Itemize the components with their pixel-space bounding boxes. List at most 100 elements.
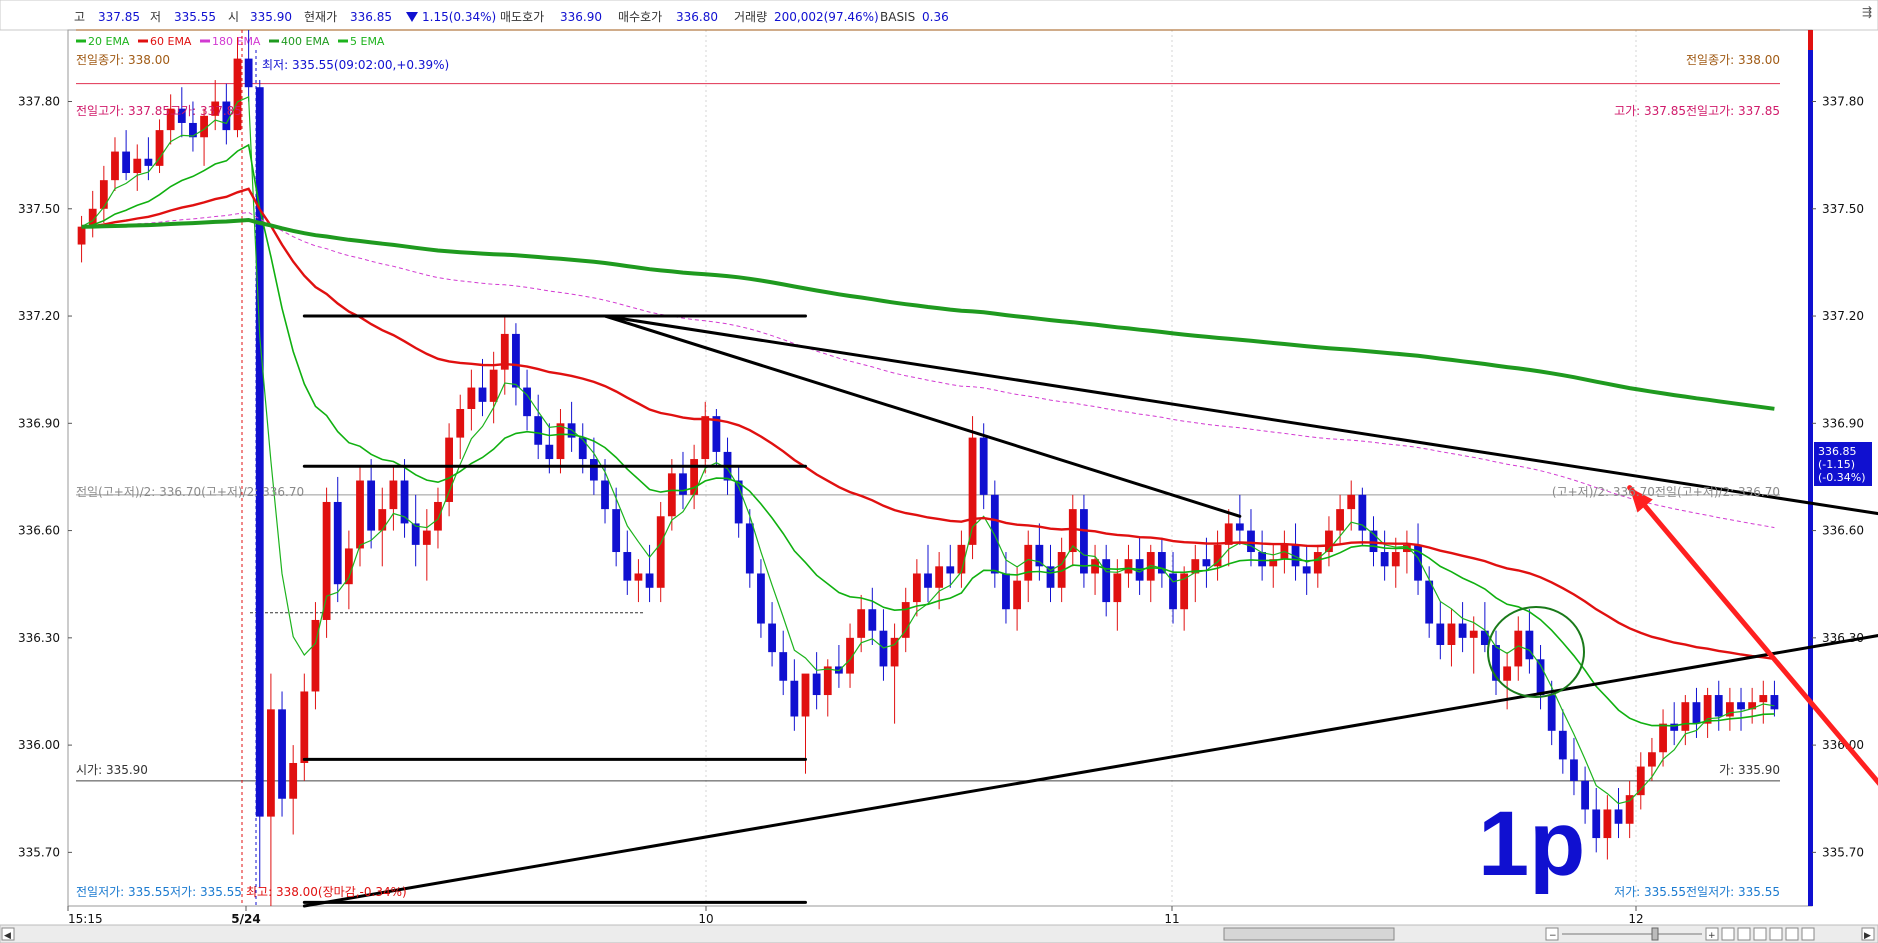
candle-body — [1436, 623, 1445, 645]
high-value: 337.85 — [98, 10, 140, 24]
candle-body — [1625, 795, 1634, 824]
legend-item-1: 60 EMA — [150, 35, 192, 48]
candle-body — [1648, 752, 1656, 767]
candle-body — [1347, 494, 1356, 510]
prev-close-label-right: 전일종가: 338.00 — [1686, 53, 1780, 67]
candle-body — [1570, 759, 1578, 781]
plus-icon: + — [1708, 931, 1716, 941]
right-accent-band — [1808, 30, 1813, 906]
candle-body — [77, 226, 86, 245]
candle-body — [389, 480, 398, 510]
bid-label: 매수호가 — [618, 10, 662, 24]
candle-body — [623, 552, 632, 581]
candle-body — [779, 652, 788, 681]
change-value: 1.15(0.34%) — [422, 10, 496, 24]
x-tick-label-3: 11 — [1164, 912, 1179, 926]
legend-item-0: 20 EMA — [88, 35, 130, 48]
y-tick-label-right-3: 336.90 — [1822, 416, 1864, 430]
candle-body — [1113, 573, 1122, 603]
legend-item-3: 400 EMA — [281, 35, 330, 48]
tool-button-6[interactable] — [1801, 927, 1815, 941]
candle-body — [434, 501, 442, 531]
prev-high-label-left: 전일고가: 337.85고가: 337.85 — [76, 104, 242, 118]
candle-body — [901, 602, 910, 638]
y-tick-label-left-7: 335.70 — [18, 845, 60, 859]
current-label: 현재가 — [304, 10, 337, 24]
candle-body — [1313, 552, 1322, 574]
volume-value: 200,002(97.46%) — [774, 10, 879, 24]
candle-body — [1102, 559, 1111, 603]
candle-body — [745, 523, 754, 574]
candle-body — [935, 566, 944, 588]
candle-body — [1235, 523, 1244, 531]
candle-body — [189, 122, 197, 138]
candle-body — [1302, 566, 1311, 574]
candle-body — [1592, 809, 1601, 839]
intraday-low-label: 최저: 335.55(09:02:00,+0.39%) — [262, 58, 449, 72]
y-tick-label-left-5: 336.30 — [18, 631, 60, 645]
y-tick-label-left-1: 337.50 — [18, 202, 60, 216]
settings-icon[interactable]: ⇶ — [1862, 5, 1872, 19]
candle-body — [289, 762, 298, 799]
candle-body — [534, 416, 543, 445]
tool-button-5[interactable] — [1785, 927, 1799, 941]
ask-label: 매도호가 — [500, 10, 544, 24]
candle-body — [667, 473, 676, 517]
right-accent-top — [1808, 30, 1813, 50]
x-tick-label-4: 12 — [1628, 912, 1643, 926]
candle-body — [1458, 623, 1467, 638]
legend-item-4: 5 EMA — [350, 35, 385, 48]
candle-body — [456, 409, 465, 438]
current-value: 336.85 — [350, 10, 392, 24]
mid-label-left: 전일(고+저)/2: 336.70(고+저)/2: 336.70 — [76, 485, 304, 499]
candle-body — [512, 333, 520, 388]
candle-body — [1425, 580, 1434, 624]
candle-body — [1770, 695, 1779, 710]
scrollbar-thumb[interactable] — [1223, 927, 1395, 941]
zoom-slider-handle[interactable] — [1651, 927, 1659, 941]
tool-button-1[interactable] — [1721, 927, 1735, 941]
x-tick-label-0: 15:15 — [68, 912, 103, 926]
y-tick-label-right-7: 335.70 — [1822, 845, 1864, 859]
candle-body — [422, 530, 431, 545]
candle-body — [244, 58, 253, 88]
low-label-left: 전일저가: 335.55저가: 335.55 — [76, 885, 242, 899]
tool-button-4[interactable] — [1769, 927, 1783, 941]
candle-body — [1080, 509, 1088, 574]
tool-button-3[interactable] — [1753, 927, 1767, 941]
basis-value: 0.36 — [922, 10, 949, 24]
candle-body — [356, 480, 364, 549]
candle-body — [1558, 730, 1567, 760]
y-tick-label-right-2: 337.20 — [1822, 309, 1864, 323]
candle-body — [367, 480, 376, 531]
open-label-left: 시가: 335.90 — [76, 763, 148, 777]
tool-button-2[interactable] — [1737, 927, 1751, 941]
mid-label-right: (고+저)/2: 336.70전일(고+저)/2: 336.70 — [1552, 485, 1780, 499]
y-tick-label-left-6: 336.00 — [18, 738, 60, 752]
high-label-bottom: 최고: 338.00(장마감,-0.34%) — [246, 885, 407, 899]
candle-body — [589, 459, 598, 481]
candle-body — [1391, 552, 1400, 567]
candle-body — [801, 673, 810, 717]
high-label: 고 — [74, 10, 85, 24]
candle-body — [1525, 630, 1534, 660]
candle-body — [1258, 552, 1267, 567]
candle-body — [267, 709, 275, 817]
candle-body — [990, 494, 999, 574]
candle-body — [890, 637, 899, 667]
candle-body — [634, 573, 643, 581]
y-tick-label-left-0: 337.80 — [18, 95, 60, 109]
candle-body — [757, 573, 765, 624]
candle-body — [912, 573, 921, 603]
y-tick-label-left-2: 337.20 — [18, 309, 60, 323]
legend-item-2: 180 EMA — [212, 35, 261, 48]
candle-body — [467, 387, 476, 410]
candle-body — [1447, 623, 1456, 645]
price-badge-pct: (-0.34%) — [1818, 471, 1866, 484]
y-tick-label-right-0: 337.80 — [1822, 95, 1864, 109]
candle-body — [690, 459, 699, 495]
open-value: 335.90 — [250, 10, 292, 24]
candle-body — [300, 691, 309, 763]
x-tick-label-1: 5/24 — [231, 912, 260, 926]
plot-area — [67, 29, 1813, 907]
